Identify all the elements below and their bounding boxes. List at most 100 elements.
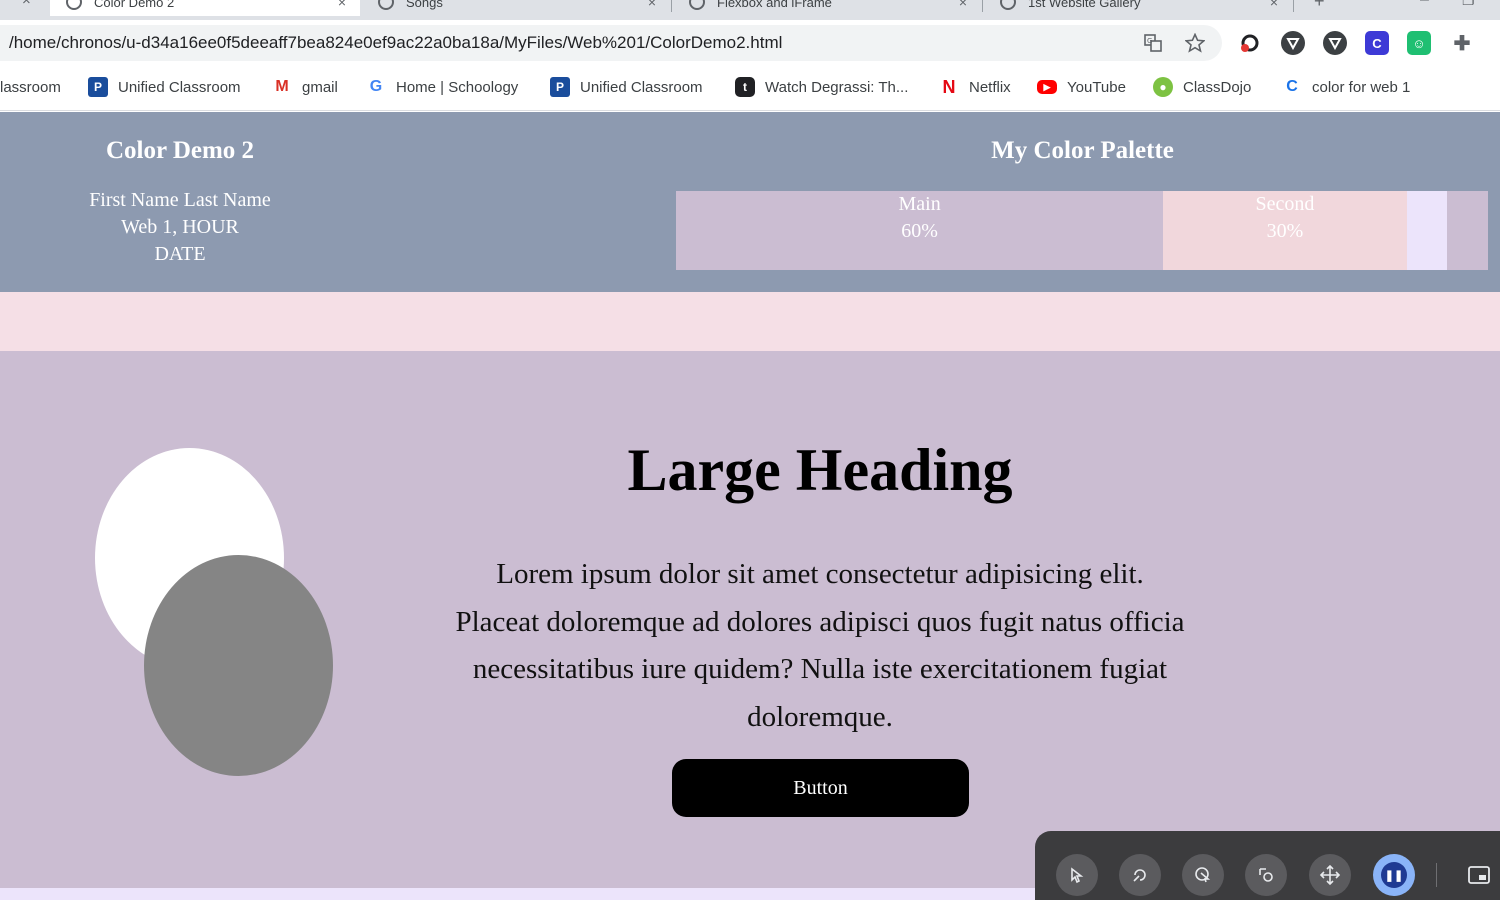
bookmark-gmail[interactable]: M gmail	[272, 76, 338, 98]
close-icon[interactable]: ×	[648, 0, 656, 10]
close-icon[interactable]: ×	[22, 0, 31, 9]
pink-band	[0, 292, 1500, 351]
swatch-percent: 60%	[901, 220, 938, 242]
tab-color-demo-2[interactable]: Color Demo 2 ×	[50, 0, 360, 16]
swatch-percent: 30%	[1266, 220, 1304, 242]
hero-paragraph: Lorem ipsum dolor sit amet consectetur a…	[455, 558, 1185, 733]
globe-icon	[66, 0, 82, 10]
t-icon: t	[735, 77, 755, 97]
smiley-extension-icon[interactable]: ☺	[1407, 31, 1431, 55]
close-icon[interactable]: ×	[959, 0, 967, 10]
c-icon: C	[1286, 78, 1298, 95]
tab-strip: × Color Demo 2 × Songs × Flexbox and iFr…	[0, 0, 1500, 20]
minimize-icon[interactable]: –	[1420, 0, 1429, 9]
bookmark-label: Netflix	[969, 78, 1011, 96]
tab-separator	[982, 0, 983, 12]
tab-separator	[671, 0, 672, 12]
youtube-icon: ▶	[1037, 80, 1057, 94]
divider	[1436, 863, 1437, 887]
puzzle-icon[interactable]: ✚	[1450, 31, 1474, 55]
pause-icon[interactable]: ❚❚	[1373, 854, 1415, 896]
globe-icon	[689, 0, 705, 10]
gmail-icon: M	[275, 78, 289, 95]
browser-toolbar: /home/chronos/u-d34a16ee0f5deeaff7bea824…	[0, 20, 1500, 66]
page-title: Color Demo 2	[105, 137, 255, 164]
bookmark-label: color for web 1	[1312, 78, 1411, 96]
p-icon: P	[88, 77, 108, 97]
bookmark-label: ClassDojo	[1183, 78, 1252, 96]
close-icon[interactable]: ×	[338, 0, 346, 10]
brand-block: Color Demo 2 First Name Last Name Web 1,…	[0, 112, 360, 268]
new-tab-icon[interactable]: +	[1314, 0, 1325, 12]
color-picker-icon[interactable]	[1238, 31, 1262, 55]
hero-button[interactable]: Button	[672, 759, 969, 817]
p-icon: P	[550, 77, 570, 97]
student-info: First Name Last Name Web 1, HOUR DATE	[0, 187, 360, 268]
drag-icon[interactable]	[1245, 854, 1287, 896]
address-bar[interactable]: /home/chronos/u-d34a16ee0f5deeaff7bea824…	[0, 25, 1222, 61]
tab-separator	[1293, 0, 1294, 12]
classdojo-icon: ●	[1153, 77, 1173, 97]
shield-icon[interactable]	[1323, 31, 1347, 55]
large-heading: Large Heading	[627, 437, 1013, 503]
tab-title: 1st Website Gallery	[1028, 0, 1141, 10]
bookmark-label: gmail	[302, 78, 338, 96]
tab-songs[interactable]: Songs ×	[362, 0, 670, 16]
swatch-extra	[1447, 191, 1488, 270]
swatch-accent	[1406, 191, 1448, 270]
bookmark-color-for-web[interactable]: C color for web 1	[1282, 76, 1410, 98]
url-text[interactable]: /home/chronos/u-d34a16ee0f5deeaff7bea824…	[0, 33, 1138, 53]
bookmark-unified-classroom[interactable]: P Unified Classroom	[88, 76, 241, 98]
hero-section: Large Heading Lorem ipsum dolor sit amet…	[0, 351, 1500, 888]
netflix-icon: N	[942, 76, 956, 97]
close-icon[interactable]: ×	[1270, 0, 1278, 10]
bookmark-unified-classroom-2[interactable]: P Unified Classroom	[550, 76, 703, 98]
student-name: First Name Last Name	[89, 189, 271, 211]
tab-title: Songs	[406, 0, 443, 10]
tab-title: Flexbox and iFrame	[717, 0, 832, 10]
bookmark-label: YouTube	[1067, 78, 1126, 96]
swatch-label: Main	[898, 193, 941, 215]
c-extension-icon[interactable]: C	[1365, 31, 1389, 55]
bookmark-label: Unified Classroom	[580, 78, 703, 96]
bookmark-schoology[interactable]: G Home | Schoology	[366, 76, 519, 98]
gray-circle	[144, 555, 333, 776]
site-header: Color Demo 2 First Name Last Name Web 1,…	[0, 112, 1500, 292]
bookmark-youtube[interactable]: ▶ YouTube	[1037, 76, 1126, 98]
translate-icon[interactable]: G	[1138, 28, 1168, 58]
automatic-clicks-bar: ❚❚	[1035, 831, 1500, 900]
bookmark-netflix[interactable]: N Netflix	[939, 76, 1011, 98]
bookmark-label: Home | Schoology	[396, 78, 519, 96]
globe-icon	[378, 0, 394, 10]
tab-1st-website-gallery[interactable]: 1st Website Gallery ×	[984, 0, 1292, 16]
date-label: DATE	[154, 243, 206, 265]
google-icon: G	[369, 78, 383, 95]
bookmarks-bar: lassroom P Unified Classroom M gmail G H…	[0, 66, 1500, 111]
swatch-main: Main 60%	[676, 191, 1164, 270]
class-hour: Web 1, HOUR	[121, 216, 239, 238]
move-icon[interactable]	[1309, 854, 1351, 896]
rotate-click-icon[interactable]	[1119, 854, 1161, 896]
bookmark-classdojo[interactable]: ● ClassDojo	[1153, 76, 1251, 98]
maximize-icon[interactable]: ❐	[1462, 0, 1475, 9]
globe-icon	[1000, 0, 1016, 10]
bookmark-star-icon[interactable]	[1180, 28, 1210, 58]
bookmark-label: Watch Degrassi: Th...	[765, 78, 909, 96]
click-icon[interactable]	[1056, 854, 1098, 896]
shield-icon[interactable]	[1281, 31, 1305, 55]
bookmark-classroom[interactable]: lassroom	[0, 76, 61, 98]
bookmark-degrassi[interactable]: t Watch Degrassi: Th...	[735, 76, 908, 98]
web-page: Color Demo 2 First Name Last Name Web 1,…	[0, 112, 1500, 900]
double-click-icon[interactable]	[1182, 854, 1224, 896]
bookmark-label: lassroom	[0, 78, 61, 96]
picture-in-picture-icon[interactable]	[1467, 864, 1491, 886]
swatch-second: Second 30%	[1163, 191, 1407, 270]
tab-flexbox-and-iframe[interactable]: Flexbox and iFrame ×	[673, 0, 981, 16]
svg-text:G: G	[1147, 37, 1152, 45]
palette-title: My Color Palette	[991, 137, 1174, 164]
pause-glyph: ❚❚	[1381, 862, 1407, 888]
color-palette: Main 60% Second 30%	[676, 191, 1488, 270]
swatch-label: Second	[1255, 193, 1315, 215]
bookmark-label: Unified Classroom	[118, 78, 241, 96]
tab-title: Color Demo 2	[94, 0, 175, 10]
